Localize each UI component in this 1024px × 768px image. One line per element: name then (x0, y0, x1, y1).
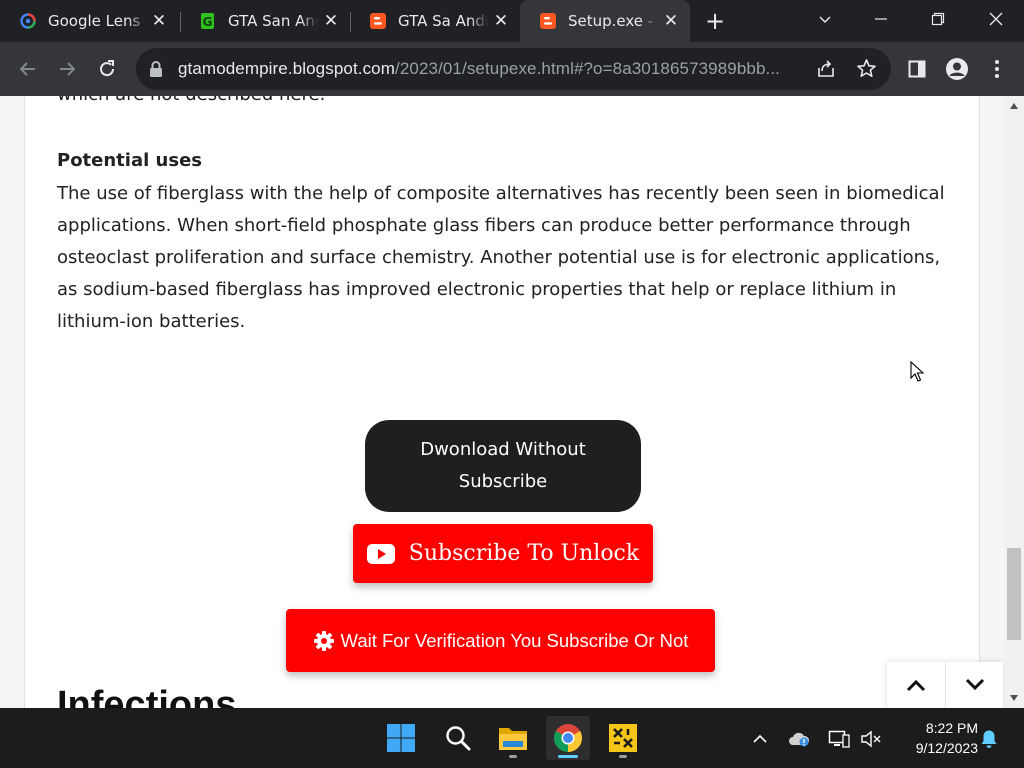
url-path: /2023/01/setupexe.html#?o=8a30186573989b… (395, 59, 780, 78)
close-window-icon[interactable] (971, 0, 1021, 38)
close-tab-icon[interactable]: ✕ (322, 12, 340, 30)
scroll-nav-widget (887, 662, 1003, 708)
infections-heading: Infections (57, 684, 237, 708)
forward-arrow-icon[interactable] (54, 56, 80, 82)
system-clock[interactable]: 8:22 PM 9/12/2023 (892, 718, 978, 758)
page-viewport: which are not described here. Potential … (0, 96, 1024, 708)
windows-taskbar: 8:22 PM 9/12/2023 (0, 708, 1024, 768)
download-button-line2: Subscribe (458, 471, 548, 492)
green-g-icon: G (200, 13, 216, 29)
search-icon[interactable] (436, 716, 480, 760)
close-tab-icon[interactable]: ✕ (150, 12, 168, 30)
address-bar[interactable]: gtamodempire.blogspot.com/2023/01/setupe… (136, 48, 891, 90)
clock-date: 9/12/2023 (915, 740, 978, 756)
google-lens-icon (20, 13, 36, 29)
download-without-subscribe-button[interactable]: Dwonload Without Subscribe (365, 420, 641, 512)
browser-toolbar: gtamodempire.blogspot.com/2023/01/setupe… (0, 42, 1024, 96)
close-tab-icon[interactable]: ✕ (492, 12, 510, 30)
tab-title: Setup.exe - GTA Mod Empire (568, 12, 658, 30)
side-panel-icon[interactable] (904, 56, 930, 82)
svg-text:G: G (203, 15, 213, 29)
new-tab-icon[interactable]: + (703, 9, 727, 33)
onedrive-cloud-icon[interactable] (788, 728, 810, 750)
restore-icon[interactable] (913, 0, 963, 38)
subscribe-to-unlock-button[interactable]: Subscribe To Unlock (353, 524, 653, 583)
blogger-icon (370, 13, 386, 29)
minimize-icon[interactable] (856, 0, 906, 38)
section-heading: Potential uses (57, 150, 202, 171)
close-tab-icon[interactable]: ✕ (662, 12, 680, 30)
network-monitor-icon[interactable] (828, 728, 850, 750)
chrome-icon[interactable] (546, 716, 590, 760)
verification-button-label: Wait For Verification You Subscribe Or N… (340, 629, 689, 651)
tab-setup-exe[interactable]: Setup.exe - GTA Mod Empire ✕ (520, 0, 690, 42)
gear-icon (313, 630, 335, 652)
youtube-play-icon (366, 543, 395, 564)
file-explorer-icon[interactable] (491, 716, 535, 760)
url-host: gtamodempire.blogspot.com (178, 59, 396, 78)
tab-search-chevron-icon[interactable] (800, 0, 850, 38)
scroll-down-arrow-icon[interactable] (1004, 688, 1024, 708)
running-indicator (509, 755, 517, 758)
scroll-to-bottom-chevron-down-icon[interactable] (946, 662, 1004, 708)
scroll-to-top-chevron-up-icon[interactable] (887, 662, 945, 708)
url-text: gtamodempire.blogspot.com/2023/01/setupe… (178, 59, 780, 79)
partial-text-line: which are not described here. (57, 96, 325, 105)
scroll-up-arrow-icon[interactable] (1004, 96, 1024, 116)
wait-for-verification-button[interactable]: Wait For Verification You Subscribe Or N… (286, 609, 715, 672)
tab-gta-san-andreas[interactable]: G GTA San Andreas ✕ (180, 0, 350, 42)
windows-start-icon[interactable] (379, 716, 423, 760)
running-indicator (619, 755, 627, 758)
lock-icon[interactable] (149, 60, 163, 82)
active-indicator (558, 755, 578, 758)
share-icon[interactable] (816, 59, 836, 83)
tab-strip: Google Lens ✕ G GTA San Andreas ✕ GTA Sa… (0, 0, 1024, 42)
subscribe-button-label: Subscribe To Unlock (408, 541, 640, 566)
tab-google-lens[interactable]: Google Lens ✕ (0, 0, 178, 42)
tab-title: GTA San Andreas (228, 12, 318, 30)
reload-icon[interactable] (94, 56, 120, 82)
bookmark-star-icon[interactable] (856, 58, 877, 83)
tab-title: Google Lens (48, 12, 141, 30)
scrollbar-thumb[interactable] (1007, 548, 1021, 640)
page-scrollbar[interactable] (1004, 96, 1024, 708)
notification-bell-icon[interactable] (978, 728, 1000, 750)
download-button-line1: Dwonload Without (420, 439, 586, 460)
profile-avatar-icon[interactable] (944, 56, 970, 82)
menu-kebab-icon[interactable] (984, 56, 1010, 82)
tab-title: GTA Sa Andreas (398, 12, 488, 30)
blog-post-body: which are not described here. Potential … (24, 96, 980, 708)
blogger-icon (540, 13, 556, 29)
yellow-app-icon[interactable] (601, 716, 645, 760)
show-hidden-icons-chevron-up-icon[interactable] (749, 728, 771, 750)
mouse-cursor-icon (910, 360, 925, 387)
section-paragraph: The use of fiberglass with the help of c… (57, 183, 945, 332)
back-arrow-icon[interactable] (15, 56, 41, 82)
speaker-muted-icon[interactable] (860, 728, 882, 750)
clock-time: 8:22 PM (925, 720, 978, 736)
tab-gta-sa-andreas[interactable]: GTA Sa Andreas ✕ (350, 0, 520, 42)
